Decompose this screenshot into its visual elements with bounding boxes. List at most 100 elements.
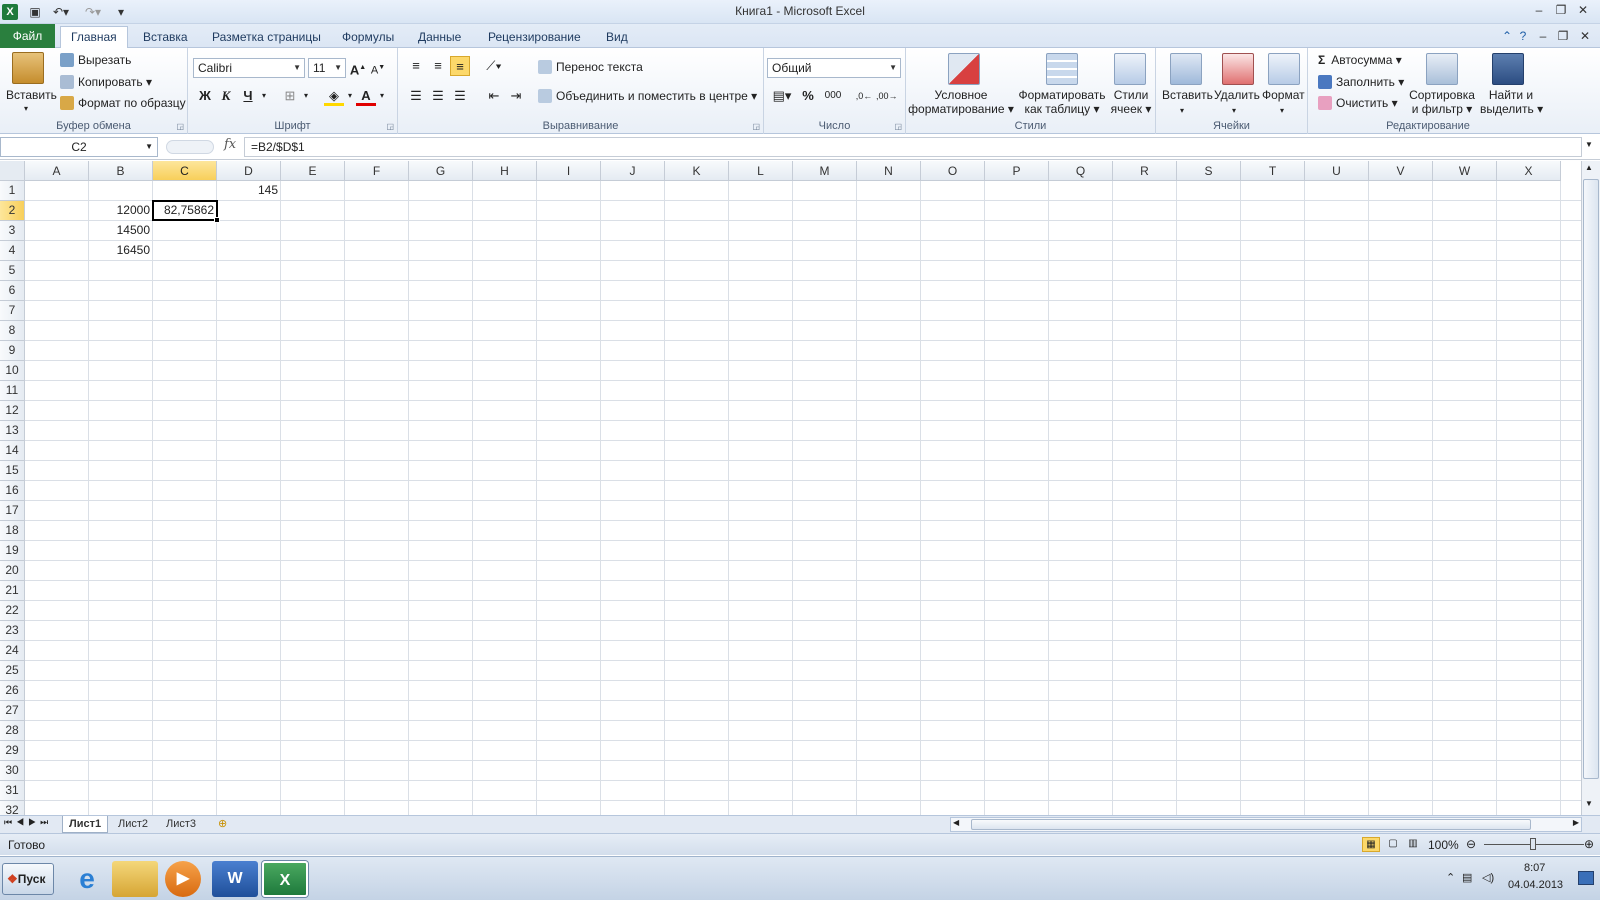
- column-header-Q[interactable]: Q: [1049, 161, 1113, 181]
- explorer-icon[interactable]: [112, 861, 158, 897]
- active-cell-selection[interactable]: [152, 200, 218, 221]
- scroll-left-icon[interactable]: ◀: [953, 818, 959, 827]
- formula-bar-resizer[interactable]: [166, 140, 214, 154]
- scroll-up-icon[interactable]: ▲: [1585, 163, 1593, 172]
- sort-filter-button[interactable]: Сортировка и фильтр ▾: [1406, 88, 1478, 116]
- currency-format-icon[interactable]: ▤▾: [768, 86, 796, 106]
- page-break-view-icon[interactable]: ▥: [1404, 837, 1422, 852]
- row-header-12[interactable]: 12: [0, 401, 25, 421]
- row-header-24[interactable]: 24: [0, 641, 25, 661]
- clock-date[interactable]: 04.04.2013: [1508, 879, 1563, 891]
- column-header-U[interactable]: U: [1305, 161, 1369, 181]
- column-header-I[interactable]: I: [537, 161, 601, 181]
- vertical-scroll-thumb[interactable]: [1583, 179, 1599, 779]
- increase-decimal-icon[interactable]: ,0←: [854, 86, 874, 106]
- sheet-tab-2[interactable]: Лист2: [112, 816, 154, 833]
- format-as-table-button[interactable]: Форматировать как таблицу ▾: [1016, 88, 1108, 116]
- insert-cells-icon[interactable]: [1170, 53, 1202, 85]
- conditional-formatting-button[interactable]: Условное форматирование ▾: [906, 88, 1016, 116]
- scroll-right-icon[interactable]: ▶: [1573, 818, 1579, 827]
- align-left-icon[interactable]: ☰: [406, 86, 426, 106]
- align-bottom-icon[interactable]: ≡: [450, 56, 470, 76]
- tab-page-layout[interactable]: Разметка страницы: [202, 27, 331, 48]
- column-header-D[interactable]: D: [217, 161, 281, 181]
- ie-icon[interactable]: e: [64, 861, 110, 897]
- start-button[interactable]: ❖Пуск: [2, 863, 54, 895]
- row-header-7[interactable]: 7: [0, 301, 25, 321]
- tray-expand-icon[interactable]: ⌃: [1446, 871, 1455, 884]
- paste-button[interactable]: Вставить: [6, 88, 57, 102]
- expand-formula-bar-icon[interactable]: ▼: [1585, 140, 1593, 149]
- tab-home[interactable]: Главная: [60, 26, 128, 49]
- column-header-P[interactable]: P: [985, 161, 1049, 181]
- column-header-E[interactable]: E: [281, 161, 345, 181]
- column-header-B[interactable]: B: [89, 161, 153, 181]
- column-header-L[interactable]: L: [729, 161, 793, 181]
- increase-indent-icon[interactable]: ⇥: [506, 86, 526, 106]
- row-header-11[interactable]: 11: [0, 381, 25, 401]
- word-icon[interactable]: W: [212, 861, 258, 897]
- font-size-combo[interactable]: 11 ▼: [308, 58, 346, 78]
- column-header-O[interactable]: O: [921, 161, 985, 181]
- help-icon[interactable]: ?: [1514, 28, 1532, 44]
- insert-cells-button[interactable]: Вставить ▾: [1162, 88, 1213, 118]
- merge-center-button[interactable]: Объединить и поместить в центре ▾: [538, 89, 757, 103]
- paste-dropdown-icon[interactable]: ▾: [24, 102, 28, 116]
- row-header-32[interactable]: 32: [0, 801, 25, 815]
- fill-button[interactable]: Заполнить ▾: [1318, 75, 1404, 89]
- network-icon[interactable]: ▤: [1462, 871, 1472, 884]
- row-header-6[interactable]: 6: [0, 281, 25, 301]
- wb-close-icon[interactable]: ✕: [1576, 28, 1594, 44]
- underline-dropdown-icon[interactable]: ▾: [254, 86, 274, 106]
- row-header-15[interactable]: 15: [0, 461, 25, 481]
- horizontal-scrollbar[interactable]: ◀ ▶: [950, 817, 1582, 832]
- conditional-formatting-icon[interactable]: [948, 53, 980, 85]
- format-as-table-icon[interactable]: [1046, 53, 1078, 85]
- row-header-27[interactable]: 27: [0, 701, 25, 721]
- cell-D1[interactable]: 145: [217, 181, 281, 201]
- row-header-20[interactable]: 20: [0, 561, 25, 581]
- sheet-tab-1[interactable]: Лист1: [62, 816, 109, 833]
- row-header-13[interactable]: 13: [0, 421, 25, 441]
- row-header-1[interactable]: 1: [0, 181, 25, 201]
- percent-button[interactable]: %: [798, 86, 818, 106]
- column-header-X[interactable]: X: [1497, 161, 1561, 181]
- row-header-18[interactable]: 18: [0, 521, 25, 541]
- tab-file[interactable]: Файл: [0, 24, 55, 48]
- align-right-icon[interactable]: ☰: [450, 86, 470, 106]
- restore-icon[interactable]: ❐: [1552, 2, 1570, 18]
- sheet-tab-3[interactable]: Лист3: [160, 816, 202, 833]
- sheet-nav-icons[interactable]: ⏮◀▶⏭: [4, 817, 52, 828]
- column-header-T[interactable]: T: [1241, 161, 1305, 181]
- borders-dropdown-icon[interactable]: ▾: [296, 86, 316, 106]
- format-painter-button[interactable]: Формат по образцу: [60, 96, 186, 110]
- wb-minimize-icon[interactable]: –: [1534, 28, 1552, 44]
- worksheet-grid[interactable]: ABCDEFGHIJKLMNOPQRSTUVWX 1 2 3 4 5 6 7 8 9 10 11 12…: [0, 161, 1581, 815]
- row-header-21[interactable]: 21: [0, 581, 25, 601]
- column-header-H[interactable]: H: [473, 161, 537, 181]
- align-top-icon[interactable]: ≡: [406, 56, 426, 76]
- column-header-N[interactable]: N: [857, 161, 921, 181]
- row-header-10[interactable]: 10: [0, 361, 25, 381]
- new-sheet-icon[interactable]: ⊕: [212, 816, 233, 833]
- column-header-C[interactable]: C: [153, 161, 217, 181]
- cell-B4[interactable]: 16450: [89, 241, 153, 261]
- column-header-W[interactable]: W: [1433, 161, 1497, 181]
- bold-button[interactable]: Ж: [195, 86, 215, 106]
- row-header-28[interactable]: 28: [0, 721, 25, 741]
- grow-font-icon[interactable]: A▲: [348, 58, 368, 78]
- row-header-17[interactable]: 17: [0, 501, 25, 521]
- select-all-corner[interactable]: [0, 161, 25, 181]
- normal-view-icon[interactable]: ▦: [1362, 837, 1380, 852]
- column-header-M[interactable]: M: [793, 161, 857, 181]
- number-format-combo[interactable]: Общий ▼: [767, 58, 901, 78]
- cell-B2[interactable]: 12000: [89, 201, 153, 221]
- zoom-level[interactable]: 100%: [1428, 838, 1459, 852]
- wb-restore-icon[interactable]: ❐: [1554, 28, 1572, 44]
- copy-button[interactable]: Копировать ▾: [60, 75, 152, 89]
- format-cells-button[interactable]: Формат ▾: [1262, 88, 1305, 118]
- name-box[interactable]: C2 ▼: [0, 137, 158, 157]
- clear-button[interactable]: Очистить ▾: [1318, 96, 1398, 110]
- media-player-icon[interactable]: ▶: [165, 861, 201, 897]
- row-header-25[interactable]: 25: [0, 661, 25, 681]
